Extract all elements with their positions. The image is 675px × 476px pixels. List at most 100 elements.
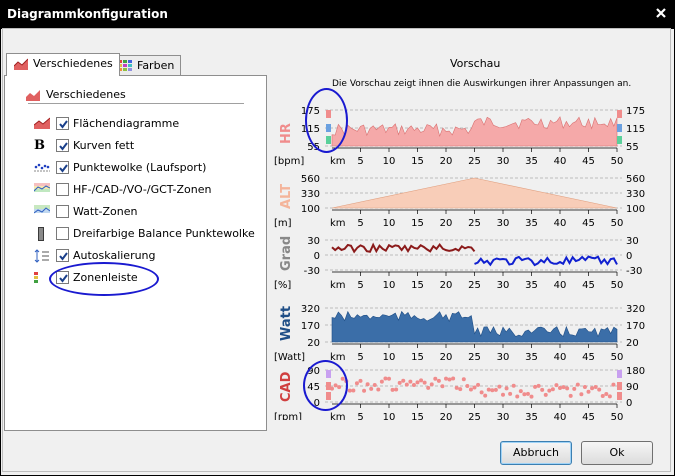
- close-icon[interactable]: [654, 6, 668, 20]
- zone-bar-icon: [34, 271, 50, 285]
- option-flaechendiagramme[interactable]: Flächendiagramme: [33, 115, 262, 133]
- option-label: Zonenleiste: [73, 271, 138, 284]
- x-tick-label: 30: [497, 412, 510, 420]
- cad-point: [501, 392, 505, 397]
- cad-point: [533, 384, 538, 389]
- y-tick-label: 175: [301, 106, 320, 117]
- cad-point: [483, 393, 488, 398]
- cad-point: [497, 384, 502, 389]
- cad-point: [337, 385, 342, 390]
- cad-point: [593, 384, 598, 389]
- checkbox[interactable]: [56, 117, 69, 130]
- y-tick-label: 180: [626, 366, 645, 377]
- cad-point: [458, 387, 463, 392]
- checkbox[interactable]: [56, 249, 69, 262]
- x-tick-label: 20: [440, 352, 453, 363]
- y-tick-label: 170: [626, 321, 645, 332]
- zone-bar: [326, 392, 331, 400]
- ok-label: Ok: [609, 446, 625, 459]
- unit-label: [bpm]: [274, 156, 304, 167]
- cad-point: [415, 380, 420, 385]
- x-tick-label: 30: [497, 352, 510, 363]
- y-tick-label: 45: [307, 382, 320, 393]
- x-unit-label: km: [330, 352, 346, 363]
- cad-point: [451, 376, 456, 381]
- checkbox[interactable]: [56, 227, 69, 240]
- option-punktewolke[interactable]: Punktewolke (Laufsport): [34, 159, 262, 177]
- x-tick-label: 5: [357, 156, 363, 167]
- y-tick-label: 0: [314, 398, 320, 409]
- unit-label: [m]: [274, 218, 292, 229]
- cad-point: [440, 384, 445, 389]
- y-tick-label: 330: [626, 189, 645, 200]
- x-tick-label: 45: [582, 352, 595, 363]
- cad-point: [515, 394, 520, 399]
- option-dreifarbige-balance[interactable]: Dreifarbige Balance Punktewolke: [34, 225, 262, 243]
- zone-bar: [617, 392, 622, 400]
- cancel-label: Abbruch: [512, 446, 559, 459]
- unit-label: [rpm]: [274, 412, 302, 420]
- y-tick-label: 560: [301, 174, 320, 185]
- color-palette-icon: [118, 60, 132, 72]
- x-tick-label: 30: [497, 156, 510, 167]
- series-name: ALT: [279, 184, 294, 209]
- cad-point: [565, 386, 570, 391]
- cad-point: [351, 388, 356, 393]
- x-tick-label: 30: [497, 218, 510, 229]
- y-tick-label: 100: [626, 204, 645, 215]
- x-tick-label: 45: [582, 412, 595, 420]
- cad-point: [354, 381, 359, 386]
- x-tick-label: 5: [357, 280, 363, 291]
- preview-title: Vorschau: [450, 57, 501, 70]
- cad-point: [340, 376, 345, 381]
- tab-verschiedenes[interactable]: Verschiedenes: [6, 53, 120, 76]
- tab-label: Farben: [137, 59, 175, 72]
- cad-point: [419, 378, 424, 383]
- x-tick-label: 25: [468, 218, 481, 229]
- cad-point: [383, 376, 388, 381]
- cad-point: [511, 383, 516, 388]
- cad-point: [394, 387, 399, 392]
- option-kurven-fett[interactable]: B Kurven fett: [34, 137, 262, 155]
- checkbox[interactable]: [56, 161, 69, 174]
- x-tick-label: 10: [383, 412, 396, 420]
- y-tick-label: 320: [301, 304, 320, 315]
- zone-bar: [617, 136, 622, 144]
- scatter-icon: [34, 161, 50, 175]
- option-label: Dreifarbige Balance Punktewolke: [73, 227, 255, 240]
- x-tick-label: 40: [554, 352, 567, 363]
- x-tick-label: 20: [440, 280, 453, 291]
- preview-subtitle: Die Vorschau zeigt ihnen die Auswirkunge…: [332, 79, 632, 89]
- x-tick-label: 40: [554, 280, 567, 291]
- cad-point: [447, 377, 452, 382]
- option-label: Watt-Zonen: [73, 205, 138, 218]
- cad-point: [490, 388, 495, 393]
- checkbox[interactable]: [56, 271, 69, 284]
- group-divider: [28, 103, 244, 104]
- option-zonenleiste[interactable]: Zonenleiste: [34, 269, 262, 287]
- x-tick-label: 5: [357, 412, 363, 420]
- cad-point: [379, 379, 384, 384]
- zone-bar: [617, 110, 622, 118]
- tab-farben[interactable]: Farben: [110, 55, 182, 75]
- zone-bar: [326, 370, 331, 378]
- option-watt-zonen[interactable]: Watt-Zonen: [33, 203, 262, 221]
- cad-point: [561, 385, 566, 390]
- cad-point: [454, 385, 459, 390]
- x-tick-label: 35: [525, 412, 538, 420]
- cancel-button[interactable]: Abbruch: [500, 441, 572, 465]
- cad-point: [411, 383, 416, 388]
- checkbox[interactable]: [56, 183, 69, 196]
- cad-point: [582, 385, 587, 390]
- y-tick-label: 170: [301, 321, 320, 332]
- ok-button[interactable]: Ok: [581, 441, 653, 465]
- x-tick-label: 20: [440, 156, 453, 167]
- option-autoskalierung[interactable]: Autoskalierung: [34, 247, 262, 265]
- cad-point: [554, 383, 559, 388]
- option-hf-zonen[interactable]: HF-/CAD-/VO-/GCT-Zonen: [33, 181, 262, 199]
- x-tick-label: 50: [611, 218, 624, 229]
- cad-point: [597, 387, 602, 392]
- checkbox[interactable]: [56, 139, 69, 152]
- checkbox[interactable]: [56, 205, 69, 218]
- y-tick-label: 30: [307, 236, 320, 247]
